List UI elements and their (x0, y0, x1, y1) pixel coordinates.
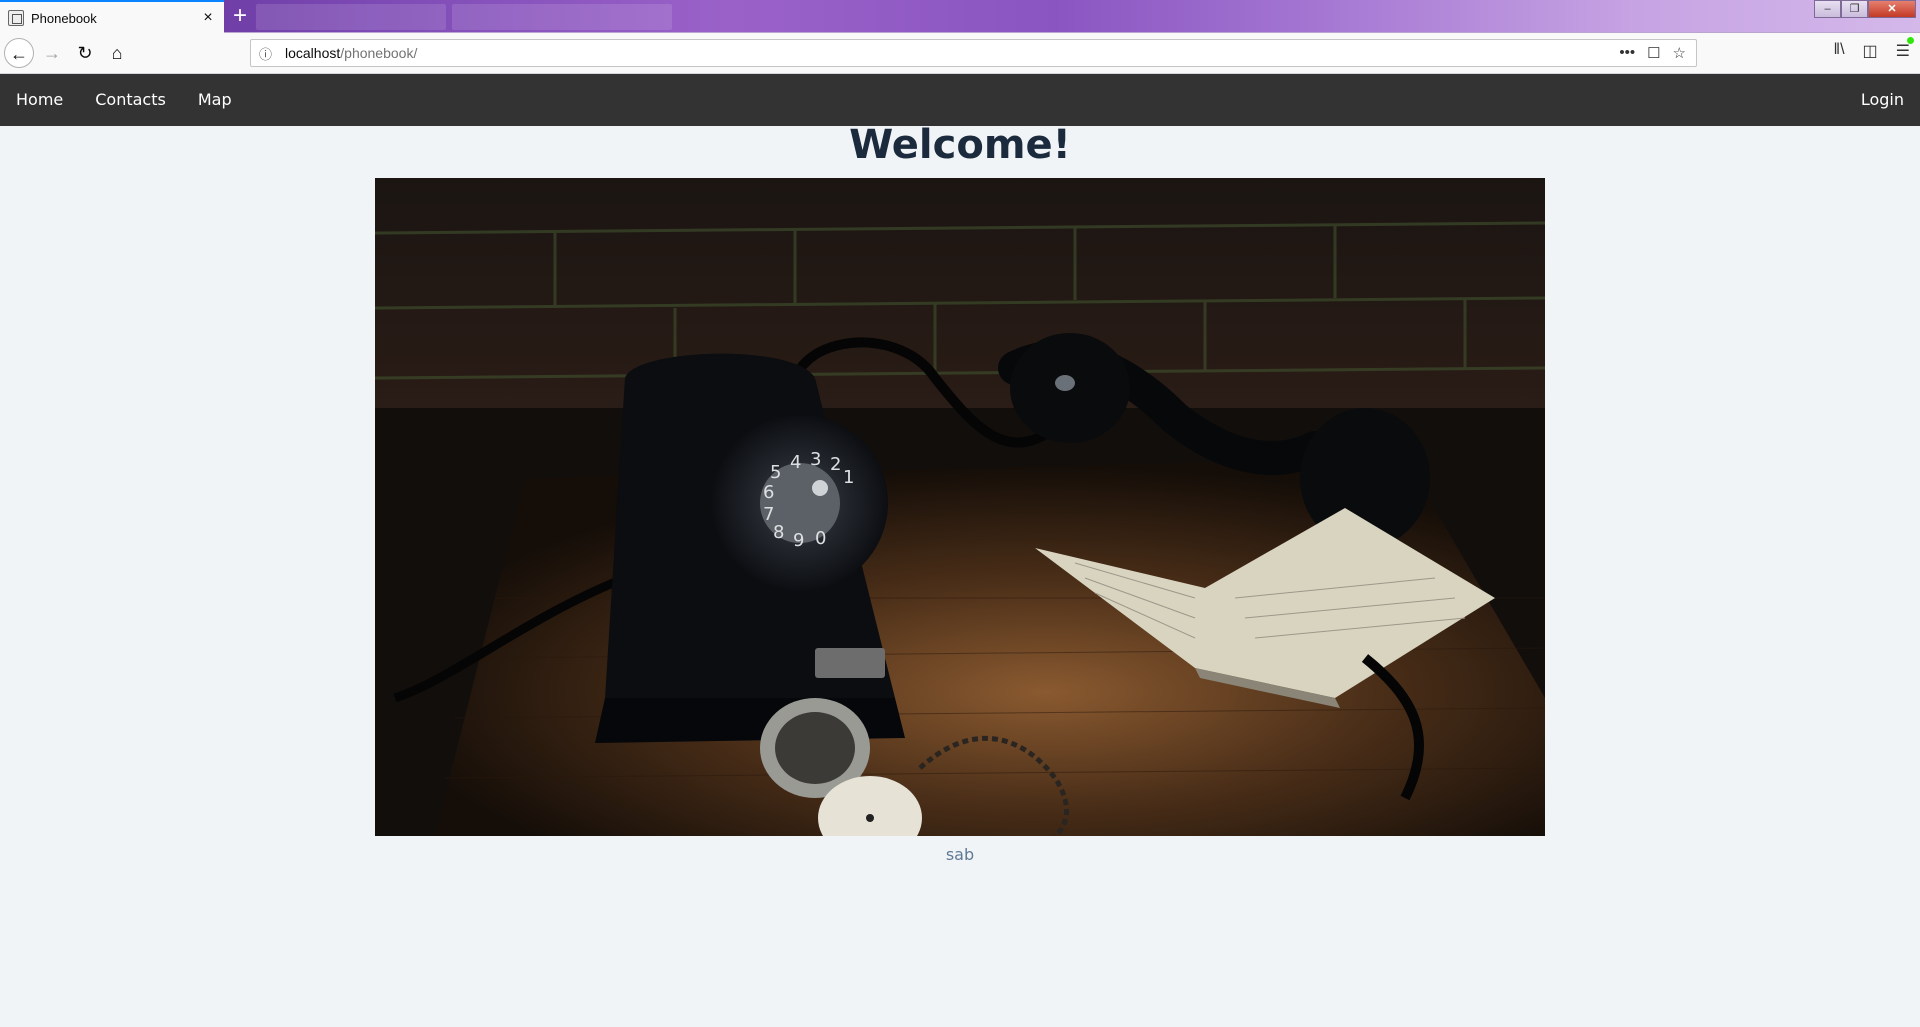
svg-text:6: 6 (763, 482, 774, 503)
svg-text:3: 3 (810, 449, 821, 470)
phonebook-favicon-icon (8, 10, 24, 26)
site-navbar: Home Contacts Map Login (0, 74, 1920, 126)
home-icon[interactable]: ⌂ (102, 38, 132, 68)
pocket-icon[interactable]: ☐ (1647, 44, 1660, 62)
sidebar-icon[interactable]: ◫ (1863, 41, 1878, 61)
page-actions-menu-icon[interactable]: ••• (1619, 44, 1635, 62)
back-arrow-icon[interactable]: ← (4, 38, 34, 68)
tab-background-2[interactable] (452, 4, 672, 30)
new-tab-button[interactable]: + (228, 4, 252, 28)
reload-icon[interactable]: ↻ (70, 38, 100, 68)
nav-link-map[interactable]: Map (182, 74, 248, 126)
page-title: Welcome! (849, 122, 1071, 168)
tab-title: Phonebook (31, 10, 97, 26)
url-path: /phonebook/ (340, 45, 418, 61)
tab-close-icon[interactable]: × (200, 10, 216, 26)
url-actions: ••• ☐ ☆ (1619, 44, 1686, 62)
url-host: localhost (285, 45, 341, 61)
library-icon[interactable]: ‖\ (1833, 41, 1844, 61)
svg-text:4: 4 (790, 452, 801, 473)
toolbar-right: ‖\ ◫ ☰ (1833, 37, 1915, 61)
close-window-button[interactable]: ✕ (1868, 0, 1916, 18)
nav-link-home[interactable]: Home (0, 74, 79, 126)
hero-image: 543 21 678 90 (375, 178, 1545, 836)
tab-phonebook[interactable]: Phonebook × (0, 0, 224, 34)
maximize-button[interactable]: ❐ (1841, 0, 1868, 18)
svg-text:2: 2 (830, 454, 841, 475)
hamburger-menu-icon[interactable]: ☰ (1896, 37, 1915, 61)
window-controls: – ❐ ✕ (1814, 0, 1916, 18)
svg-text:0: 0 (815, 528, 826, 549)
minimize-button[interactable]: – (1814, 0, 1841, 18)
browser-toolbar: ← → ↻ ⌂ ⓘ localhost/phonebook/ ••• ☐ ☆ ‖… (0, 33, 1920, 74)
forward-arrow-icon[interactable]: → (37, 38, 67, 68)
svg-text:9: 9 (793, 530, 804, 551)
image-caption: sab (945, 845, 975, 864)
vintage-telephone-photo: 543 21 678 90 (375, 178, 1545, 836)
url-text[interactable]: localhost/phonebook/ (279, 45, 1619, 61)
browser-tab-bar: Phonebook × + – ❐ ✕ (0, 0, 1920, 34)
svg-text:8: 8 (773, 522, 784, 543)
nav-link-login[interactable]: Login (1845, 74, 1920, 126)
url-bar[interactable]: ⓘ localhost/phonebook/ ••• ☐ ☆ (250, 39, 1697, 67)
nav-link-contacts[interactable]: Contacts (79, 74, 182, 126)
tab-background-1[interactable] (256, 4, 446, 30)
svg-text:5: 5 (770, 462, 781, 483)
svg-text:1: 1 (843, 467, 854, 488)
site-info-icon[interactable]: ⓘ (259, 44, 279, 63)
bookmark-star-icon[interactable]: ☆ (1673, 44, 1686, 62)
